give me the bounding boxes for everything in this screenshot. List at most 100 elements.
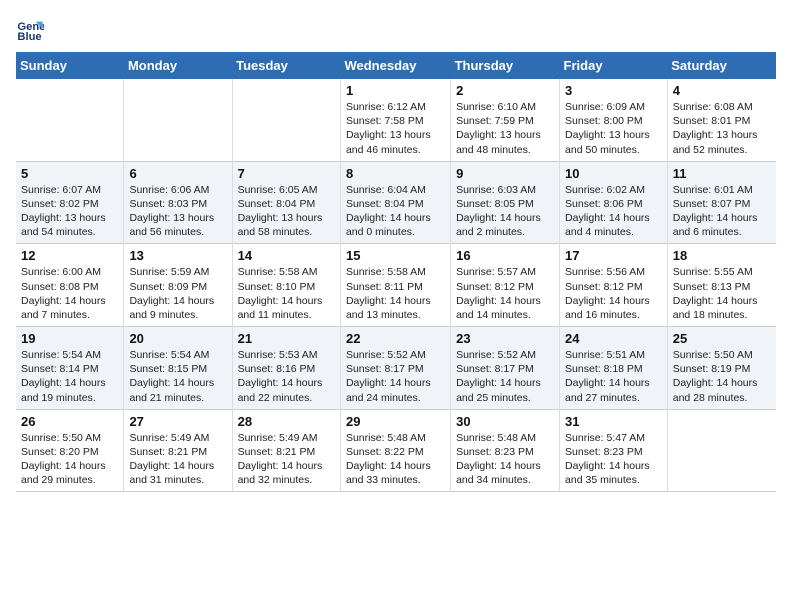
- cell-info: Sunrise: 5:54 AM Sunset: 8:15 PM Dayligh…: [129, 348, 226, 405]
- calendar-cell: 22 Sunrise: 5:52 AM Sunset: 8:17 PM Dayli…: [340, 327, 450, 410]
- header-cell: Sunday: [16, 52, 124, 79]
- cell-info: Sunrise: 5:53 AM Sunset: 8:16 PM Dayligh…: [238, 348, 335, 405]
- cell-info: Sunrise: 5:49 AM Sunset: 8:21 PM Dayligh…: [238, 431, 335, 488]
- header-cell: Saturday: [667, 52, 776, 79]
- cell-info: Sunrise: 5:57 AM Sunset: 8:12 PM Dayligh…: [456, 265, 554, 322]
- calendar-cell: 4 Sunrise: 6:08 AM Sunset: 8:01 PM Daylig…: [667, 79, 776, 161]
- day-number: 29: [346, 414, 445, 429]
- day-number: 12: [21, 248, 118, 263]
- calendar-cell: 5 Sunrise: 6:07 AM Sunset: 8:02 PM Daylig…: [16, 161, 124, 244]
- day-number: 4: [673, 83, 771, 98]
- cell-info: Sunrise: 6:04 AM Sunset: 8:04 PM Dayligh…: [346, 183, 445, 240]
- calendar-cell: 9 Sunrise: 6:03 AM Sunset: 8:05 PM Daylig…: [451, 161, 560, 244]
- calendar-cell: 6 Sunrise: 6:06 AM Sunset: 8:03 PM Daylig…: [124, 161, 232, 244]
- header-cell: Thursday: [451, 52, 560, 79]
- cell-info: Sunrise: 5:47 AM Sunset: 8:23 PM Dayligh…: [565, 431, 662, 488]
- svg-text:Blue: Blue: [17, 31, 41, 43]
- calendar-cell: [232, 79, 340, 161]
- calendar-cell: 15 Sunrise: 5:58 AM Sunset: 8:11 PM Dayli…: [340, 244, 450, 327]
- cell-info: Sunrise: 5:51 AM Sunset: 8:18 PM Dayligh…: [565, 348, 662, 405]
- day-number: 17: [565, 248, 662, 263]
- day-number: 18: [673, 248, 771, 263]
- header-cell: Wednesday: [340, 52, 450, 79]
- calendar-cell: 7 Sunrise: 6:05 AM Sunset: 8:04 PM Daylig…: [232, 161, 340, 244]
- cell-info: Sunrise: 5:50 AM Sunset: 8:20 PM Dayligh…: [21, 431, 118, 488]
- header-row: SundayMondayTuesdayWednesdayThursdayFrid…: [16, 52, 776, 79]
- day-number: 9: [456, 166, 554, 181]
- calendar-cell: 11Sunrise: 6:01 AM Sunset: 8:07 PM Dayli…: [667, 161, 776, 244]
- cell-info: Sunrise: 5:55 AM Sunset: 8:13 PM Dayligh…: [673, 265, 771, 322]
- day-number: 27: [129, 414, 226, 429]
- cell-info: Sunrise: 6:03 AM Sunset: 8:05 PM Dayligh…: [456, 183, 554, 240]
- day-number: 20: [129, 331, 226, 346]
- day-number: 8: [346, 166, 445, 181]
- calendar-cell: 12 Sunrise: 6:00 AM Sunset: 8:08 PM Dayli…: [16, 244, 124, 327]
- day-number: 13: [129, 248, 226, 263]
- calendar-cell: 2 Sunrise: 6:10 AM Sunset: 7:59 PM Daylig…: [451, 79, 560, 161]
- page-header: General Blue: [16, 16, 776, 44]
- cell-info: Sunrise: 6:05 AM Sunset: 8:04 PM Dayligh…: [238, 183, 335, 240]
- cell-info: Sunrise: 5:59 AM Sunset: 8:09 PM Dayligh…: [129, 265, 226, 322]
- day-number: 24: [565, 331, 662, 346]
- cell-info: Sunrise: 5:58 AM Sunset: 8:10 PM Dayligh…: [238, 265, 335, 322]
- calendar-cell: 20 Sunrise: 5:54 AM Sunset: 8:15 PM Dayli…: [124, 327, 232, 410]
- calendar-week-row: 5 Sunrise: 6:07 AM Sunset: 8:02 PM Daylig…: [16, 161, 776, 244]
- calendar-week-row: 26 Sunrise: 5:50 AM Sunset: 8:20 PM Dayli…: [16, 409, 776, 492]
- cell-info: Sunrise: 5:56 AM Sunset: 8:12 PM Dayligh…: [565, 265, 662, 322]
- calendar-cell: 10Sunrise: 6:02 AM Sunset: 8:06 PM Dayli…: [560, 161, 668, 244]
- cell-info: Sunrise: 6:06 AM Sunset: 8:03 PM Dayligh…: [129, 183, 226, 240]
- calendar-cell: 17 Sunrise: 5:56 AM Sunset: 8:12 PM Dayli…: [560, 244, 668, 327]
- cell-info: Sunrise: 5:48 AM Sunset: 8:22 PM Dayligh…: [346, 431, 445, 488]
- cell-info: Sunrise: 6:07 AM Sunset: 8:02 PM Dayligh…: [21, 183, 118, 240]
- day-number: 3: [565, 83, 662, 98]
- day-number: 19: [21, 331, 118, 346]
- day-number: 16: [456, 248, 554, 263]
- header-cell: Friday: [560, 52, 668, 79]
- header-cell: Monday: [124, 52, 232, 79]
- calendar-week-row: 12 Sunrise: 6:00 AM Sunset: 8:08 PM Dayli…: [16, 244, 776, 327]
- day-number: 26: [21, 414, 118, 429]
- day-number: 23: [456, 331, 554, 346]
- calendar-cell: 16 Sunrise: 5:57 AM Sunset: 8:12 PM Dayli…: [451, 244, 560, 327]
- calendar-cell: 8 Sunrise: 6:04 AM Sunset: 8:04 PM Daylig…: [340, 161, 450, 244]
- cell-info: Sunrise: 6:09 AM Sunset: 8:00 PM Dayligh…: [565, 100, 662, 157]
- calendar-cell: 27 Sunrise: 5:49 AM Sunset: 8:21 PM Dayli…: [124, 409, 232, 492]
- day-number: 5: [21, 166, 118, 181]
- day-number: 30: [456, 414, 554, 429]
- calendar-cell: 1 Sunrise: 6:12 AM Sunset: 7:58 PM Daylig…: [340, 79, 450, 161]
- calendar-cell: 25Sunrise: 5:50 AM Sunset: 8:19 PM Dayli…: [667, 327, 776, 410]
- cell-info: Sunrise: 5:54 AM Sunset: 8:14 PM Dayligh…: [21, 348, 118, 405]
- day-number: 2: [456, 83, 554, 98]
- day-number: 6: [129, 166, 226, 181]
- cell-info: Sunrise: 6:10 AM Sunset: 7:59 PM Dayligh…: [456, 100, 554, 157]
- cell-info: Sunrise: 6:02 AM Sunset: 8:06 PM Dayligh…: [565, 183, 662, 240]
- calendar-cell: 19 Sunrise: 5:54 AM Sunset: 8:14 PM Dayli…: [16, 327, 124, 410]
- cell-info: Sunrise: 6:08 AM Sunset: 8:01 PM Dayligh…: [673, 100, 771, 157]
- calendar-cell: 29 Sunrise: 5:48 AM Sunset: 8:22 PM Dayli…: [340, 409, 450, 492]
- cell-info: Sunrise: 6:00 AM Sunset: 8:08 PM Dayligh…: [21, 265, 118, 322]
- calendar-cell: 21Sunrise: 5:53 AM Sunset: 8:16 PM Dayli…: [232, 327, 340, 410]
- cell-info: Sunrise: 5:58 AM Sunset: 8:11 PM Dayligh…: [346, 265, 445, 322]
- calendar-cell: 13 Sunrise: 5:59 AM Sunset: 8:09 PM Dayli…: [124, 244, 232, 327]
- cell-info: Sunrise: 6:12 AM Sunset: 7:58 PM Dayligh…: [346, 100, 445, 157]
- day-number: 1: [346, 83, 445, 98]
- day-number: 14: [238, 248, 335, 263]
- calendar-cell: [667, 409, 776, 492]
- cell-info: Sunrise: 5:52 AM Sunset: 8:17 PM Dayligh…: [346, 348, 445, 405]
- cell-info: Sunrise: 5:48 AM Sunset: 8:23 PM Dayligh…: [456, 431, 554, 488]
- day-number: 11: [673, 166, 771, 181]
- day-number: 15: [346, 248, 445, 263]
- day-number: 7: [238, 166, 335, 181]
- calendar-cell: 23Sunrise: 5:52 AM Sunset: 8:17 PM Dayli…: [451, 327, 560, 410]
- cell-info: Sunrise: 5:49 AM Sunset: 8:21 PM Dayligh…: [129, 431, 226, 488]
- day-number: 28: [238, 414, 335, 429]
- calendar-cell: 18 Sunrise: 5:55 AM Sunset: 8:13 PM Dayli…: [667, 244, 776, 327]
- calendar-table: SundayMondayTuesdayWednesdayThursdayFrid…: [16, 52, 776, 492]
- calendar-cell: 28 Sunrise: 5:49 AM Sunset: 8:21 PM Dayli…: [232, 409, 340, 492]
- calendar-week-row: 1 Sunrise: 6:12 AM Sunset: 7:58 PM Daylig…: [16, 79, 776, 161]
- day-number: 31: [565, 414, 662, 429]
- calendar-cell: 26 Sunrise: 5:50 AM Sunset: 8:20 PM Dayli…: [16, 409, 124, 492]
- calendar-cell: [16, 79, 124, 161]
- day-number: 22: [346, 331, 445, 346]
- calendar-cell: 14 Sunrise: 5:58 AM Sunset: 8:10 PM Dayli…: [232, 244, 340, 327]
